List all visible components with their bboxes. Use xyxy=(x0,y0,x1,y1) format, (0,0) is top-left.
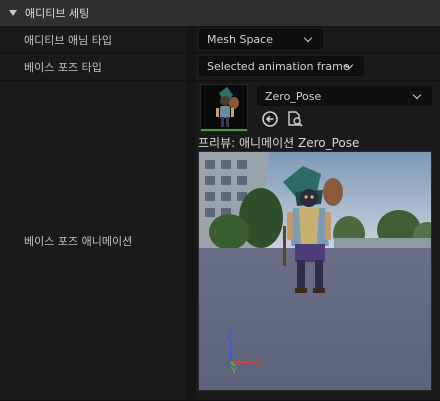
distant-wall xyxy=(334,238,431,248)
thumbnail-asset-color-bar xyxy=(201,129,247,131)
character-thumbnail-icon xyxy=(201,85,247,131)
preview-scene: Z X Y xyxy=(199,152,431,390)
preview-label: 프리뷰: 애니메이션 Zero_Pose xyxy=(198,136,360,150)
animation-preview-viewport[interactable]: Z X Y xyxy=(198,151,432,391)
base-pose-animation-selected: Zero_Pose xyxy=(265,89,322,103)
chevron-down-icon xyxy=(412,90,422,100)
column-splitter[interactable] xyxy=(186,82,196,400)
base-pose-animation-label: 베이스 포즈 애니메이션 xyxy=(24,235,133,248)
additive-settings-header[interactable]: 애디티브 세팅 xyxy=(0,0,440,26)
collapse-arrow-icon[interactable] xyxy=(9,10,17,16)
browse-to-asset-button[interactable] xyxy=(286,110,304,128)
base-pose-type-row: 베이스 포즈 타입 Selected animation frame xyxy=(0,54,440,81)
arrow-left-circle-icon xyxy=(262,111,278,127)
x-axis-label: X xyxy=(255,358,262,369)
base-pose-type-value-cell: Selected animation frame xyxy=(196,54,440,80)
chevron-down-icon xyxy=(303,33,313,43)
animation-thumbnail[interactable] xyxy=(200,84,248,132)
base-pose-animation-value-cell: Zero_Pose 프리뷰: 애니메이션 Zero_Pose Z X Y xyxy=(196,82,440,400)
base-pose-type-selected: Selected animation frame xyxy=(207,59,350,73)
base-pose-animation-picker[interactable]: Zero_Pose xyxy=(257,86,432,106)
additive-anim-type-selected: Mesh Space xyxy=(207,32,273,46)
use-selected-asset-button[interactable] xyxy=(261,110,279,128)
y-axis-label: Y xyxy=(230,366,238,377)
base-pose-type-dropdown[interactable]: Selected animation frame xyxy=(199,56,364,76)
base-pose-type-label: 베이스 포즈 타입 xyxy=(24,61,102,74)
additive-anim-type-row: 애디티브 애님 타입 Mesh Space xyxy=(0,27,440,53)
section-title: 애디티브 세팅 xyxy=(25,7,90,20)
column-splitter[interactable] xyxy=(186,54,196,80)
additive-anim-type-label: 애디티브 애님 타입 xyxy=(24,33,112,47)
additive-anim-type-dropdown[interactable]: Mesh Space xyxy=(199,29,323,49)
additive-anim-type-value-cell: Mesh Space xyxy=(196,27,440,52)
base-pose-animation-row: 베이스 포즈 애니메이션 Zero_Pose 프리뷰: 애니메이션 Zero_P… xyxy=(0,82,440,401)
browse-asset-icon xyxy=(288,111,303,127)
tree xyxy=(209,214,249,250)
column-splitter[interactable] xyxy=(186,27,196,52)
z-axis-label: Z xyxy=(227,330,234,341)
